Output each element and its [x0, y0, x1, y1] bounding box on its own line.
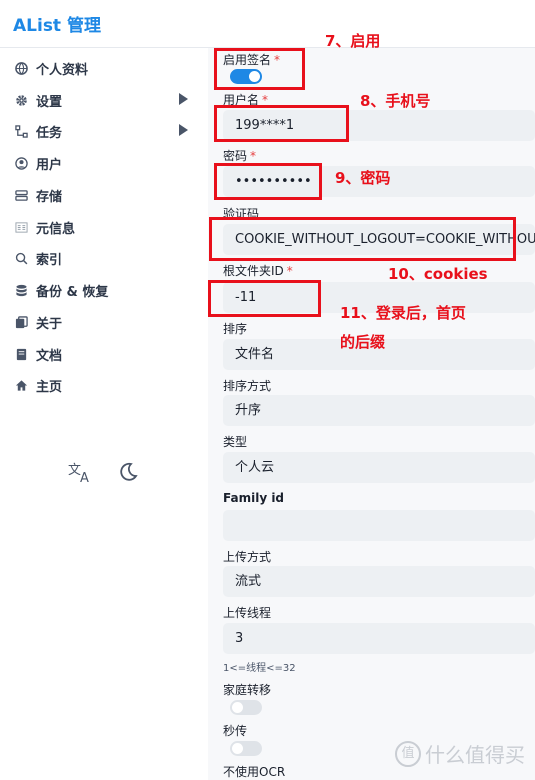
rapid-upload-label: 秒传 [223, 724, 248, 738]
sidebar-item-label: 关于 [36, 316, 63, 332]
storage-form: 启用签名 * 用户名 * 199****1 密码 * •••••••••• 验证码 C… [208, 48, 535, 780]
dark-mode-icon[interactable] [116, 461, 138, 488]
sidebar-item-label: 个人资料 [36, 62, 89, 78]
home-icon [12, 379, 30, 392]
annotation-box-password [214, 163, 322, 200]
sidebar-item-home[interactable]: 主页 [12, 373, 202, 397]
sidebar-item-index[interactable]: 索引 [12, 246, 202, 270]
chevron-right-icon[interactable] [179, 124, 188, 136]
sidebar-item-label: 元信息 [36, 221, 76, 237]
sidebar-item-label: 文档 [36, 348, 63, 364]
type-label: 类型 [223, 435, 248, 449]
sidebar-item-label: 备份 & 恢复 [36, 284, 109, 300]
password-label: 密码 * [223, 149, 257, 163]
sidebar-item-storage[interactable]: 存储 [12, 183, 202, 207]
annotation-text-11-line1: 11、登录后，首页 [340, 304, 466, 322]
app-header: AList 管理 [0, 0, 535, 48]
upload-method-label: 上传方式 [223, 550, 272, 564]
annotation-text-10: 10、cookies [388, 265, 488, 283]
about-icon [12, 315, 30, 329]
gear-icon [12, 94, 30, 107]
sidebar-item-users[interactable]: 用户 [12, 151, 202, 175]
meta-icon [12, 221, 30, 234]
sidebar-item-label: 主页 [36, 379, 63, 395]
sidebar-item-label: 索引 [36, 252, 63, 268]
watermark: 值 什么值得买 [395, 739, 525, 768]
sidebar-item-label: 用户 [36, 157, 63, 173]
root-folder-label: 根文件夹ID * [223, 264, 293, 278]
sidebar-item-about[interactable]: 关于 [12, 310, 202, 334]
type-select[interactable]: 个人云 [223, 452, 535, 483]
rapid-upload-toggle[interactable] [230, 741, 262, 756]
annotation-box-root-folder [208, 280, 321, 317]
sidebar: 个人资料 设置 任务 用户 存储 元信息 索引 备份 & 恢复 关于 文档 主页… [0, 48, 208, 780]
task-icon [12, 124, 30, 138]
sidebar-item-label: 设置 [36, 94, 63, 110]
search-icon [12, 252, 30, 265]
book-icon [12, 348, 30, 361]
order-by-label: 排序 [223, 322, 248, 336]
watermark-logo-icon: 值 [395, 740, 421, 767]
upload-threads-input[interactable]: 3 [223, 623, 535, 654]
user-icon [12, 156, 30, 170]
app-brand[interactable]: AList 管理 [13, 11, 101, 36]
watermark-text: 什么值得买 [425, 743, 525, 767]
sidebar-item-label: 存储 [36, 189, 63, 205]
svg-text:A: A [80, 471, 89, 483]
sidebar-item-docs[interactable]: 文档 [12, 342, 202, 366]
sidebar-tools: 文A [68, 461, 138, 488]
upload-threads-hint: 1<=线程<=32 [223, 663, 296, 674]
family-id-label: Family id [223, 491, 285, 505]
annotation-box-enable-sign [214, 48, 305, 90]
order-direction-select[interactable]: 升序 [223, 395, 535, 426]
upload-method-select[interactable]: 流式 [223, 566, 535, 597]
globe-icon [12, 61, 30, 75]
annotation-text-11-line2: 的后缀 [340, 333, 386, 351]
sidebar-item-profile[interactable]: 个人资料 [12, 56, 202, 80]
sidebar-item-settings[interactable]: 设置 [12, 88, 202, 112]
sidebar-item-meta[interactable]: 元信息 [12, 215, 202, 239]
annotation-text-9: 9、密码 [335, 169, 391, 187]
family-transfer-label: 家庭转移 [223, 683, 272, 697]
annotation-text-8: 8、手机号 [360, 92, 431, 110]
storage-icon [12, 189, 30, 202]
annotation-text-7: 7、启用 [325, 32, 381, 50]
no-ocr-label: 不使用OCR [223, 765, 286, 779]
database-icon [12, 284, 30, 297]
upload-threads-label: 上传线程 [223, 606, 272, 620]
family-transfer-toggle[interactable] [230, 700, 262, 715]
sidebar-item-tasks[interactable]: 任务 [12, 119, 202, 143]
annotation-box-cookies [209, 217, 516, 261]
order-direction-label: 排序方式 [223, 379, 272, 393]
family-id-input[interactable] [223, 510, 535, 541]
sidebar-item-label: 任务 [36, 125, 63, 141]
annotation-box-username [214, 105, 349, 142]
chevron-right-icon[interactable] [179, 93, 188, 105]
sidebar-item-backup[interactable]: 备份 & 恢复 [12, 278, 202, 302]
translate-icon[interactable]: 文A [68, 461, 94, 488]
